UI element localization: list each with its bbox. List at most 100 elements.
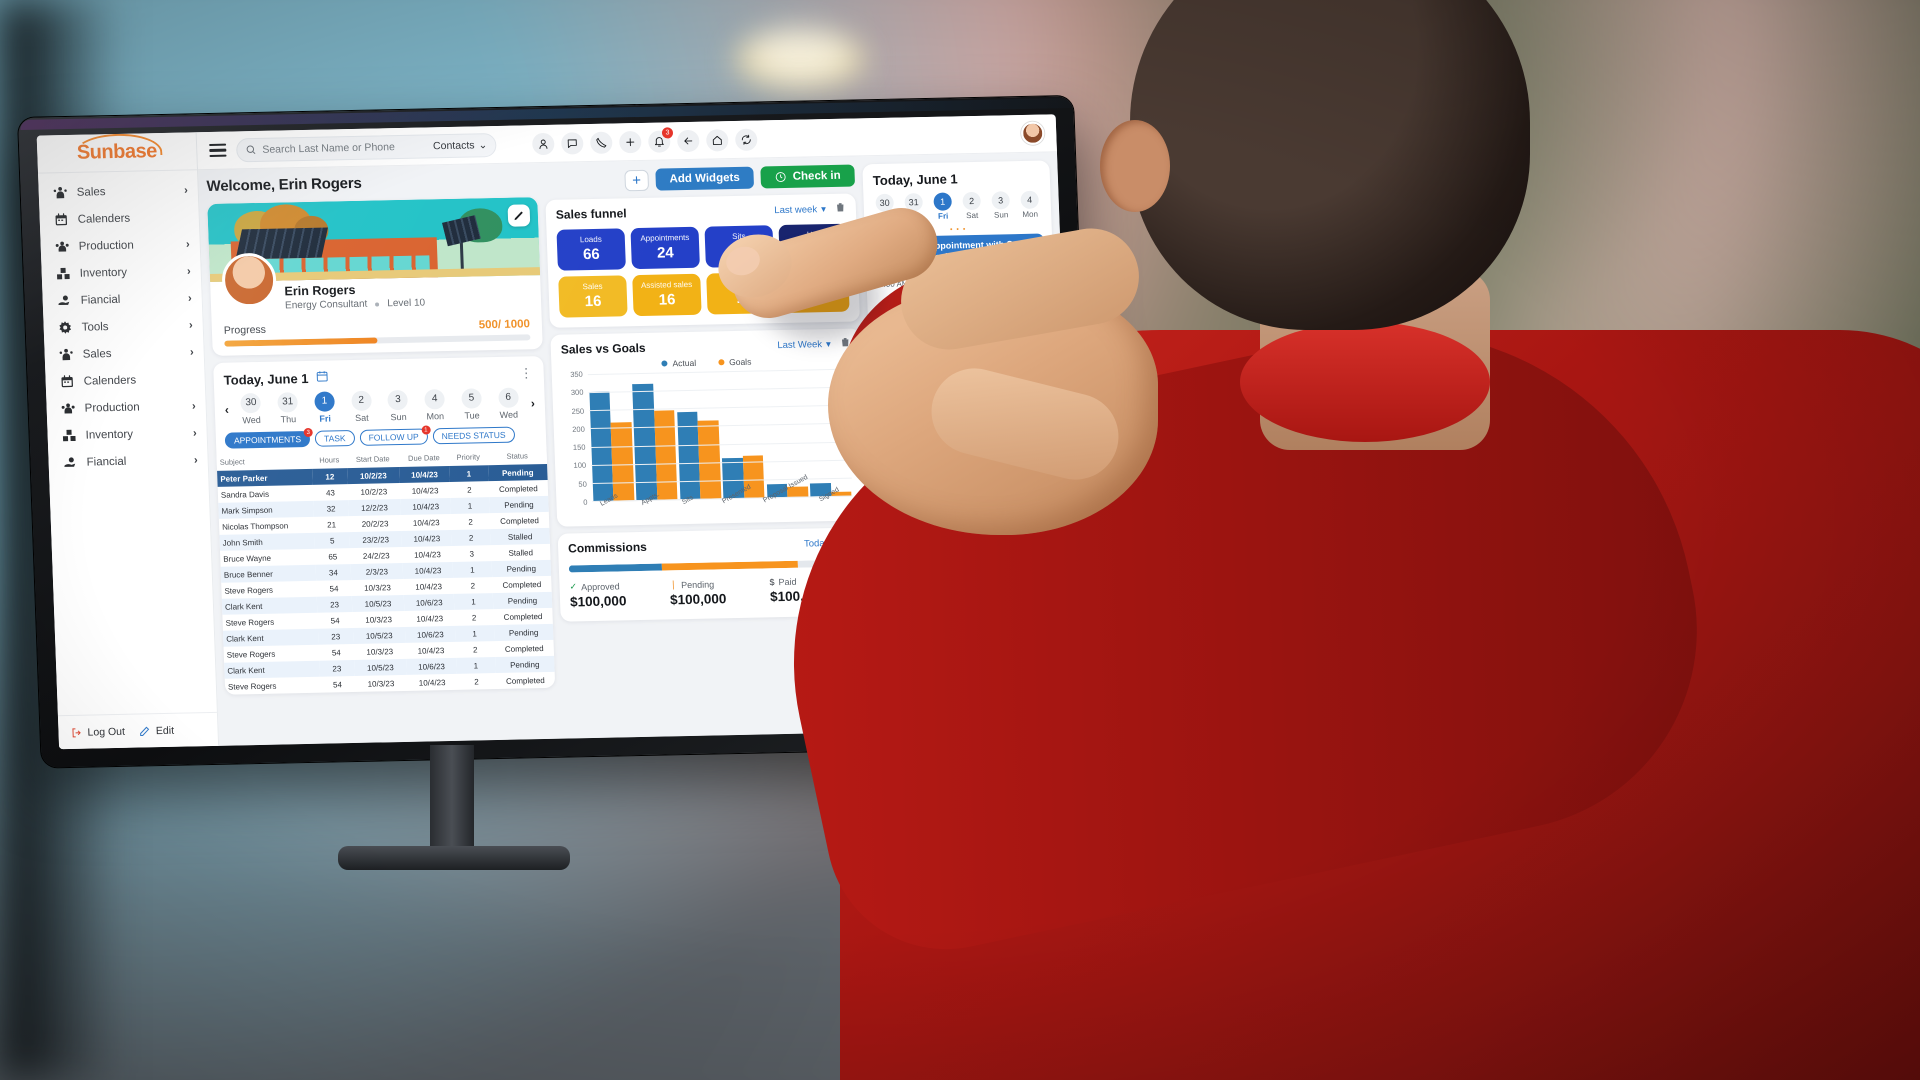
chip-follow-up[interactable]: FOLLOW UP 1 <box>359 425 431 446</box>
back-button[interactable] <box>676 129 700 152</box>
day-number: 5 <box>461 388 482 409</box>
cell-hours: 43 <box>325 487 336 498</box>
agenda-event[interactable]: Follow up with Peter Packett <box>926 385 1051 421</box>
add-widgets-button[interactable]: Add Widgets <box>655 166 755 191</box>
funnel-tile-kw[interactable]: kW <box>778 223 848 267</box>
chip-task[interactable]: TASK <box>314 429 355 447</box>
day-cell[interactable]: 4 Mon <box>418 389 452 422</box>
funnel-tile-sales[interactable]: Sales 16 <box>558 275 628 318</box>
funnel-tile-assisted-sales[interactable]: Assisted sales 16 <box>632 273 702 317</box>
profile-subtitle: Energy Consultant Level 10 <box>285 295 529 311</box>
sidebar-item-inventory[interactable]: Inventory › <box>41 257 201 287</box>
delete-widget-button[interactable] <box>835 202 847 216</box>
calendar-icon[interactable] <box>315 370 329 386</box>
cell-priority: 1 <box>452 561 493 578</box>
sidebar-item-tools[interactable]: Tools › <box>43 311 203 341</box>
sidebar-item-fiancial-2[interactable]: Fiancial › <box>48 446 208 476</box>
cell-priority: 1 <box>449 465 489 482</box>
agenda-day[interactable]: 4 Mon <box>1016 190 1043 220</box>
agenda-day-selected[interactable]: 1 Fri <box>929 192 956 221</box>
tile-label: Lost <box>806 277 823 287</box>
chart-y-axis: 350 300 250 200 150 100 50 0 <box>562 370 591 507</box>
sidebar-item-calenders-2[interactable]: Calenders <box>45 365 205 395</box>
chevron-down-icon: ▾ <box>833 537 839 549</box>
day-number: 4 <box>424 389 446 410</box>
chevron-down-icon: ▾ <box>820 203 827 215</box>
today-menu-button[interactable]: ⋮ <box>519 365 534 381</box>
chip-needs-status[interactable]: NEEDS STATUS <box>432 426 515 445</box>
funnel-tile-cancels[interactable]: Cancels 2 <box>706 272 776 315</box>
cell-start: 10/5/23 <box>351 594 405 613</box>
cell-start: 20/2/23 <box>361 518 389 529</box>
chart-period-dropdown[interactable]: Last Week ▾ <box>777 339 831 351</box>
search-scope-dropdown[interactable]: Contacts ⌄ <box>433 139 488 152</box>
funnel-tile-loads[interactable]: Loads 66 <box>556 228 626 271</box>
avatar[interactable] <box>221 252 278 308</box>
delete-widget-button[interactable] <box>840 337 852 351</box>
chevron-up-icon[interactable]: ⌃ <box>1034 277 1041 287</box>
search-input[interactable] <box>262 139 428 156</box>
logout-button[interactable]: Log Out <box>70 725 125 738</box>
edit-banner-button[interactable] <box>507 204 531 227</box>
phone-icon-button[interactable] <box>589 131 613 154</box>
commissions-period-dropdown[interactable]: Today ▾ <box>804 537 839 549</box>
chat-icon-button[interactable] <box>560 131 584 155</box>
chip-appointments[interactable]: APPOINTMENTS 3 <box>224 427 313 449</box>
home-button[interactable] <box>705 128 729 152</box>
notifications-button[interactable]: 3 <box>647 126 674 153</box>
commission-value: $100,000 <box>569 593 627 610</box>
delete-widget-button[interactable] <box>847 535 859 549</box>
sidebar-item-fiancial[interactable]: Fiancial › <box>42 284 202 314</box>
agenda-day[interactable]: 3 Sun <box>987 191 1014 220</box>
day-cell[interactable]: 30 Wed <box>234 392 268 426</box>
cell-priority: 1 <box>456 657 496 674</box>
commission-label: Approved <box>580 580 620 592</box>
user-avatar[interactable] <box>1020 121 1045 145</box>
brand-logo[interactable]: Sunbase <box>36 132 198 174</box>
day-cell[interactable]: 3 Sun <box>381 389 415 423</box>
ceiling-lamp <box>735 28 865 90</box>
day-cell[interactable]: 31 Thu <box>271 392 305 425</box>
funnel-tile-lost[interactable]: Lost 0 <box>780 270 850 314</box>
search-container[interactable]: Contacts ⌄ <box>235 132 497 162</box>
day-weekday: Sat <box>354 412 369 423</box>
day-number: 1 <box>314 391 335 412</box>
sidebar-item-calenders[interactable]: Calenders <box>39 203 199 233</box>
sales-funnel-period-dropdown[interactable]: Last week ▾ <box>774 204 826 216</box>
sidebar-item-sales[interactable]: Sales › <box>38 176 198 206</box>
agenda-event[interactable] <box>924 321 1049 351</box>
funnel-tile-appointments[interactable]: Appointments 24 <box>630 226 700 270</box>
check-in-button[interactable]: Check in <box>760 164 856 189</box>
profile-card: Erin Rogers Energy Consultant Level 10 P… <box>207 197 543 356</box>
day-cell[interactable]: 2 Sat <box>344 390 378 424</box>
agenda-event[interactable]: Follow up with Mark Simpson To discuss ne… <box>922 271 1047 319</box>
cell-start: 2/3/23 <box>350 562 404 581</box>
funnel-tile-sits[interactable]: Sits 19 <box>704 225 774 268</box>
day-cell[interactable]: 6 Wed <box>491 387 525 420</box>
agenda-day[interactable]: 30 Wed <box>871 193 898 223</box>
sidebar-item-inventory-2[interactable]: Inventory › <box>47 419 207 449</box>
cell-priority: 3 <box>469 548 475 559</box>
edit-button[interactable]: Edit <box>139 724 174 737</box>
agenda-event[interactable] <box>925 353 1050 383</box>
day-cell-selected[interactable]: 1 Fri <box>308 391 342 424</box>
prev-day-button[interactable]: ‹ <box>223 403 232 417</box>
search-icon <box>246 145 256 154</box>
sidebar-item-production-2[interactable]: Production › <box>46 392 206 422</box>
agenda-time: 1:0 <box>876 329 888 339</box>
add-button[interactable]: + <box>624 169 649 191</box>
cell-due: 10/4/23 <box>413 549 441 560</box>
day-cell[interactable]: 5 Tue <box>455 388 489 421</box>
sidebar-item-sales-2[interactable]: Sales › <box>44 338 204 368</box>
plus-icon-button[interactable] <box>618 130 642 153</box>
cell-hours: 32 <box>313 500 349 517</box>
sidebar-item-production[interactable]: Production › <box>40 230 200 260</box>
agenda-day[interactable]: 31 Thu <box>900 193 927 222</box>
sync-button[interactable] <box>734 128 758 151</box>
agenda-day[interactable]: 2 Sat <box>958 191 985 221</box>
agenda-event-title: Follow up with Mark Simpson <box>929 277 1016 301</box>
next-day-button[interactable]: › <box>529 396 538 410</box>
person-icon-button[interactable] <box>531 132 555 155</box>
menu-toggle-button[interactable] <box>209 143 227 158</box>
agenda-event[interactable]: Appointment with Sandra Davis <box>920 233 1046 269</box>
